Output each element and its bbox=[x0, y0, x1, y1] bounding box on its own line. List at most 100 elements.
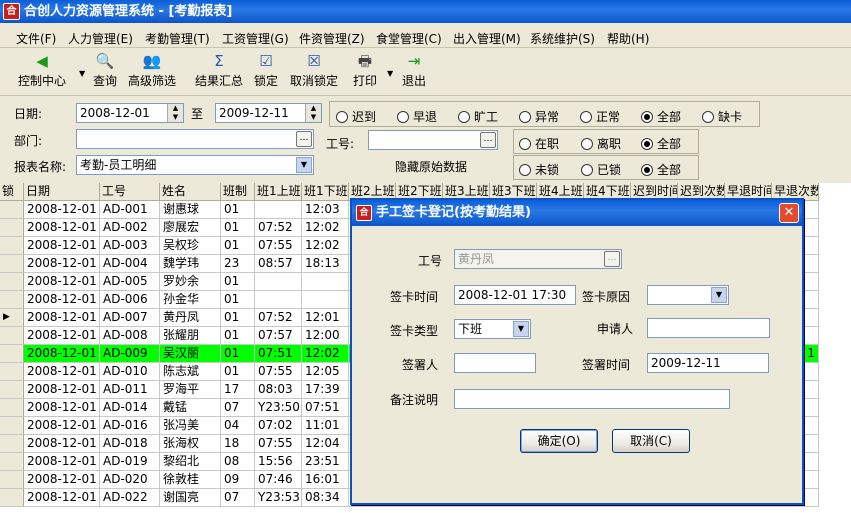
table-cell[interactable]: Y23:53 bbox=[255, 489, 302, 507]
summary-button[interactable]: Σ 结果汇总 bbox=[195, 52, 243, 89]
status-option-abnormal[interactable]: 异常 bbox=[519, 108, 559, 125]
row-indicator[interactable] bbox=[0, 363, 24, 381]
table-cell[interactable]: 12:04 bbox=[302, 435, 349, 453]
table-cell[interactable]: AD-011 bbox=[100, 381, 160, 399]
table-cell[interactable] bbox=[255, 291, 302, 309]
lock-option-all[interactable]: 全部 bbox=[641, 161, 681, 178]
menu-salary[interactable]: 工资管理(G) bbox=[222, 30, 289, 47]
table-cell[interactable]: 01 bbox=[221, 309, 255, 327]
table-cell[interactable]: 张冯美 bbox=[160, 417, 221, 435]
table-cell[interactable]: 黎绍北 bbox=[160, 453, 221, 471]
punch-time-input[interactable]: 2008-12-01 17:30 bbox=[454, 285, 576, 305]
table-cell[interactable]: 2008-12-01 bbox=[24, 489, 100, 507]
table-cell[interactable]: 01 bbox=[221, 291, 255, 309]
date-from-input[interactable]: 2008-12-01 ▲ ▼ bbox=[76, 103, 184, 123]
table-cell[interactable]: 12:02 bbox=[302, 345, 349, 363]
table-cell[interactable]: 15:56 bbox=[255, 453, 302, 471]
current-row-arrow-icon[interactable]: ▶ bbox=[0, 309, 24, 327]
dept-browse-button[interactable]: … bbox=[296, 131, 312, 147]
employ-option-left[interactable]: 离职 bbox=[581, 135, 621, 152]
lock-option-unlocked[interactable]: 未锁 bbox=[519, 161, 559, 178]
table-cell[interactable]: 12:00 bbox=[302, 327, 349, 345]
row-indicator[interactable] bbox=[0, 399, 24, 417]
menu-system[interactable]: 系统维护(S) bbox=[530, 30, 595, 47]
date-to-input[interactable]: 2009-12-11 ▲ ▼ bbox=[215, 103, 322, 123]
chevron-down-icon[interactable]: ▼ bbox=[513, 321, 529, 337]
status-option-all[interactable]: 全部 bbox=[641, 108, 681, 125]
report-name-select[interactable]: 考勤-员工明细 ▼ bbox=[76, 155, 314, 175]
menu-piecework[interactable]: 件资管理(Z) bbox=[299, 30, 365, 47]
chevron-down-icon[interactable]: ▼ bbox=[711, 287, 727, 303]
table-cell[interactable]: AD-003 bbox=[100, 237, 160, 255]
table-cell[interactable]: 07:51 bbox=[255, 345, 302, 363]
table-cell[interactable]: 01 bbox=[221, 201, 255, 219]
table-cell[interactable]: AD-006 bbox=[100, 291, 160, 309]
row-indicator[interactable] bbox=[0, 471, 24, 489]
row-indicator[interactable] bbox=[0, 219, 24, 237]
chevron-down-icon[interactable]: ▼ bbox=[296, 157, 312, 173]
column-header[interactable]: 班1下班 bbox=[302, 183, 349, 201]
unlock-button[interactable]: ☒ 取消锁定 bbox=[290, 52, 338, 89]
dialog-emp-input[interactable]: 黄丹凤 … bbox=[454, 249, 622, 269]
row-indicator[interactable] bbox=[0, 489, 24, 507]
row-indicator[interactable] bbox=[0, 291, 24, 309]
table-cell[interactable]: 01 bbox=[221, 327, 255, 345]
table-cell[interactable]: AD-005 bbox=[100, 273, 160, 291]
table-cell[interactable]: 2008-12-01 bbox=[24, 453, 100, 471]
table-cell[interactable]: 11:01 bbox=[302, 417, 349, 435]
table-cell[interactable]: 2008-12-01 bbox=[24, 345, 100, 363]
table-cell[interactable]: 07:57 bbox=[255, 327, 302, 345]
table-cell[interactable]: 04 bbox=[221, 417, 255, 435]
table-cell[interactable]: 01 bbox=[221, 237, 255, 255]
table-cell[interactable]: 07:52 bbox=[255, 309, 302, 327]
table-cell[interactable]: 2008-12-01 bbox=[24, 381, 100, 399]
table-cell[interactable]: 17:39 bbox=[302, 381, 349, 399]
print-dropdown-icon[interactable]: ▼ bbox=[387, 69, 393, 78]
query-button[interactable]: 🔍 查询 bbox=[93, 52, 117, 89]
status-option-normal[interactable]: 正常 bbox=[580, 108, 620, 125]
cancel-button[interactable]: 取消(C) bbox=[612, 429, 690, 453]
row-indicator[interactable] bbox=[0, 237, 24, 255]
punch-reason-select[interactable]: ▼ bbox=[647, 285, 729, 305]
table-cell[interactable]: 08:57 bbox=[255, 255, 302, 273]
table-cell[interactable]: 吴权珍 bbox=[160, 237, 221, 255]
applicant-input[interactable] bbox=[647, 318, 770, 338]
table-cell[interactable]: 23:51 bbox=[302, 453, 349, 471]
status-option-absent[interactable]: 旷工 bbox=[458, 108, 498, 125]
table-cell[interactable] bbox=[302, 291, 349, 309]
table-cell[interactable] bbox=[255, 273, 302, 291]
row-indicator[interactable] bbox=[0, 417, 24, 435]
table-cell[interactable]: 07:02 bbox=[255, 417, 302, 435]
table-cell[interactable]: 2008-12-01 bbox=[24, 327, 100, 345]
table-cell[interactable]: 谢国亮 bbox=[160, 489, 221, 507]
table-cell[interactable]: 07:51 bbox=[302, 399, 349, 417]
table-cell[interactable]: 12:03 bbox=[302, 201, 349, 219]
table-cell[interactable]: Y23:50 bbox=[255, 399, 302, 417]
table-cell[interactable]: 陈志斌 bbox=[160, 363, 221, 381]
table-cell[interactable]: AD-014 bbox=[100, 399, 160, 417]
table-cell[interactable]: 2008-12-01 bbox=[24, 471, 100, 489]
table-cell[interactable]: 魏学玮 bbox=[160, 255, 221, 273]
table-cell[interactable]: 罗海平 bbox=[160, 381, 221, 399]
table-cell[interactable]: 07:55 bbox=[255, 363, 302, 381]
row-indicator[interactable] bbox=[0, 435, 24, 453]
employ-option-all[interactable]: 全部 bbox=[641, 135, 681, 152]
table-cell[interactable]: 张耀朋 bbox=[160, 327, 221, 345]
dept-input[interactable]: … bbox=[76, 129, 314, 149]
status-option-early[interactable]: 早退 bbox=[397, 108, 437, 125]
table-cell[interactable]: 2008-12-01 bbox=[24, 237, 100, 255]
column-header[interactable]: 班1上班 bbox=[255, 183, 302, 201]
table-cell[interactable]: 12:02 bbox=[302, 219, 349, 237]
table-cell[interactable]: 18 bbox=[221, 435, 255, 453]
table-cell[interactable]: AD-001 bbox=[100, 201, 160, 219]
table-cell[interactable]: 08:34 bbox=[302, 489, 349, 507]
menu-canteen[interactable]: 食堂管理(C) bbox=[376, 30, 442, 47]
table-cell[interactable]: 08:03 bbox=[255, 381, 302, 399]
table-cell[interactable]: 09 bbox=[221, 471, 255, 489]
print-button[interactable]: 🖶 打印 bbox=[353, 52, 377, 89]
table-cell[interactable]: AD-018 bbox=[100, 435, 160, 453]
table-cell[interactable]: AD-010 bbox=[100, 363, 160, 381]
row-indicator[interactable] bbox=[0, 255, 24, 273]
menu-access[interactable]: 出入管理(M) bbox=[453, 30, 521, 47]
row-indicator[interactable] bbox=[0, 381, 24, 399]
